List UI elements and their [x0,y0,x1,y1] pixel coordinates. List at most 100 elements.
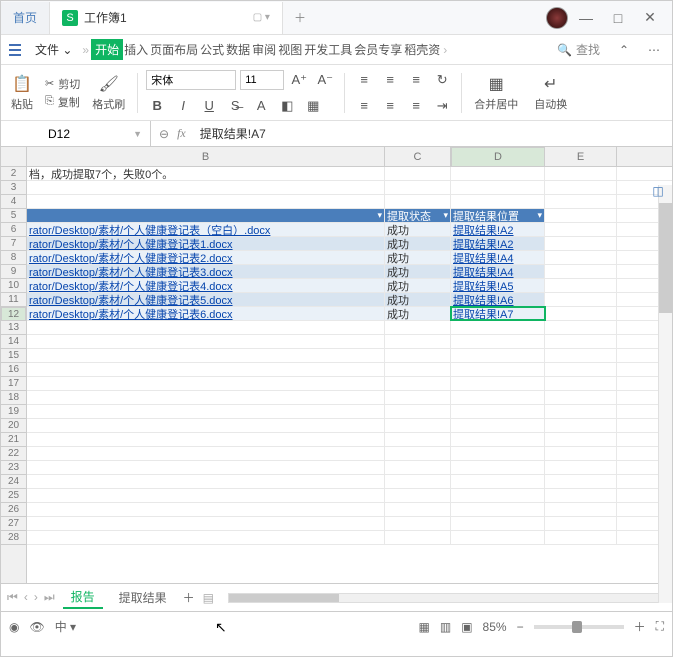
cell[interactable] [385,321,451,334]
cell[interactable] [451,447,545,460]
cell[interactable] [385,503,451,516]
cell[interactable] [451,195,545,208]
add-sheet-button[interactable]: ＋ [183,589,195,606]
cell[interactable] [27,195,385,208]
view-normal-icon[interactable]: ▦ [419,620,430,634]
maximize-button[interactable]: □ [604,4,632,32]
menu-tab-dev[interactable]: 开发工具 [303,39,353,60]
row-header[interactable]: 14 [1,335,26,349]
col-header-c[interactable]: C [385,147,451,166]
align-middle-button[interactable]: ≡ [379,69,401,91]
cell[interactable] [451,167,545,180]
col-header-b[interactable]: B [27,147,385,166]
italic-button[interactable]: I [172,95,194,117]
fullscreen-icon[interactable]: ⛶ [656,619,664,634]
cell[interactable] [385,461,451,474]
sheet-tab-report[interactable]: 报告 [63,586,103,609]
cell[interactable] [545,335,617,348]
cell-path[interactable]: rator/Desktop/素材/个人健康登记表（空白）.docx [27,223,385,236]
menu-tab-start[interactable]: 开始 [91,39,123,60]
cell-header[interactable] [27,209,385,222]
cell[interactable] [545,195,617,208]
increase-font-button[interactable]: A⁺ [288,69,310,91]
cell[interactable] [27,503,385,516]
cell[interactable] [545,405,617,418]
cell[interactable] [27,433,385,446]
cell-result[interactable]: 提取结果!A4 [451,251,545,264]
zoom-slider-thumb[interactable] [572,621,582,633]
paste-button[interactable]: 📋 粘贴 [7,72,37,114]
search-box[interactable]: 🔍 查找 [549,41,608,58]
cell-result[interactable]: 提取结果!A2 [451,223,545,236]
cell[interactable] [451,321,545,334]
sheet-prev-icon[interactable]: ‹ [24,590,28,605]
cut-button[interactable]: ✂剪切 [45,76,80,92]
row-header[interactable]: 5 [1,209,26,223]
cell[interactable] [545,237,617,250]
cell[interactable] [27,531,385,544]
side-panel-toggle[interactable]: ◫ [644,171,672,211]
cell-result[interactable]: 提取结果!A5 [451,279,545,292]
fx-icon[interactable]: fx [177,126,186,141]
cell[interactable] [545,209,617,222]
align-bottom-button[interactable]: ≡ [405,69,427,91]
cell[interactable] [545,279,617,292]
row-header[interactable]: 4 [1,195,26,209]
cell[interactable] [27,447,385,460]
cell[interactable] [451,349,545,362]
cell-status[interactable]: 成功 [385,251,451,264]
cell-status[interactable]: 成功 [385,223,451,236]
font-name-select[interactable] [146,70,236,90]
copy-button[interactable]: ⎘复制 [45,94,80,110]
format-painter-button[interactable]: 🖌 格式刷 [88,72,129,114]
zoom-slider[interactable] [534,625,624,629]
bold-button[interactable]: B [146,95,168,117]
cell[interactable] [385,195,451,208]
indent-button[interactable]: ⇥ [431,95,453,117]
cell-path[interactable]: rator/Desktop/素材/个人健康登记表3.docx [27,265,385,278]
menu-tab-review[interactable]: 审阅 [251,39,277,60]
row-header[interactable]: 9 [1,265,26,279]
strike-button[interactable]: S̶ [224,95,246,117]
row-header[interactable]: 15 [1,349,26,363]
cell-result[interactable]: 提取结果!A6 [451,293,545,306]
row-header[interactable]: 11 [1,293,26,307]
row-header[interactable]: 20 [1,419,26,433]
cell[interactable] [27,419,385,432]
cell[interactable] [451,517,545,530]
row-header[interactable]: 19 [1,405,26,419]
cell[interactable] [385,531,451,544]
row-header[interactable]: 16 [1,363,26,377]
cell[interactable] [385,447,451,460]
record-icon[interactable]: ◉ [9,620,19,634]
row-header[interactable]: 28 [1,531,26,545]
cell[interactable] [385,405,451,418]
cell[interactable] [451,475,545,488]
fill-color-button[interactable]: ◧ [276,95,298,117]
view-break-icon[interactable]: ▣ [461,620,472,634]
menu-tab-docer[interactable]: 稻壳资 [403,39,441,60]
cell[interactable] [385,363,451,376]
cell[interactable] [385,335,451,348]
menu-tab-formula[interactable]: 公式 [199,39,225,60]
cell[interactable] [545,517,617,530]
cell[interactable] [451,405,545,418]
cell-path[interactable]: rator/Desktop/素材/个人健康登记表5.docx [27,293,385,306]
cell[interactable] [385,433,451,446]
cell-status[interactable]: 成功 [385,265,451,278]
row-header[interactable]: 10 [1,279,26,293]
cell[interactable] [451,335,545,348]
cell[interactable] [385,489,451,502]
cell[interactable] [545,363,617,376]
hamburger-icon[interactable] [5,40,25,60]
cells[interactable]: 档，成功提取7个，失败0个。 提取状态提取结果位置 rator/Desktop/… [27,167,672,583]
cell[interactable] [385,517,451,530]
file-menu[interactable]: 文件 ⌄ [27,39,80,60]
sheet-first-icon[interactable]: ⏮ [7,590,18,605]
cell-path[interactable]: rator/Desktop/素材/个人健康登记表2.docx [27,251,385,264]
align-top-button[interactable]: ≡ [353,69,375,91]
cell[interactable] [545,503,617,516]
close-button[interactable]: ✕ [636,4,664,32]
cell[interactable] [27,461,385,474]
row-header[interactable]: 13 [1,321,26,335]
